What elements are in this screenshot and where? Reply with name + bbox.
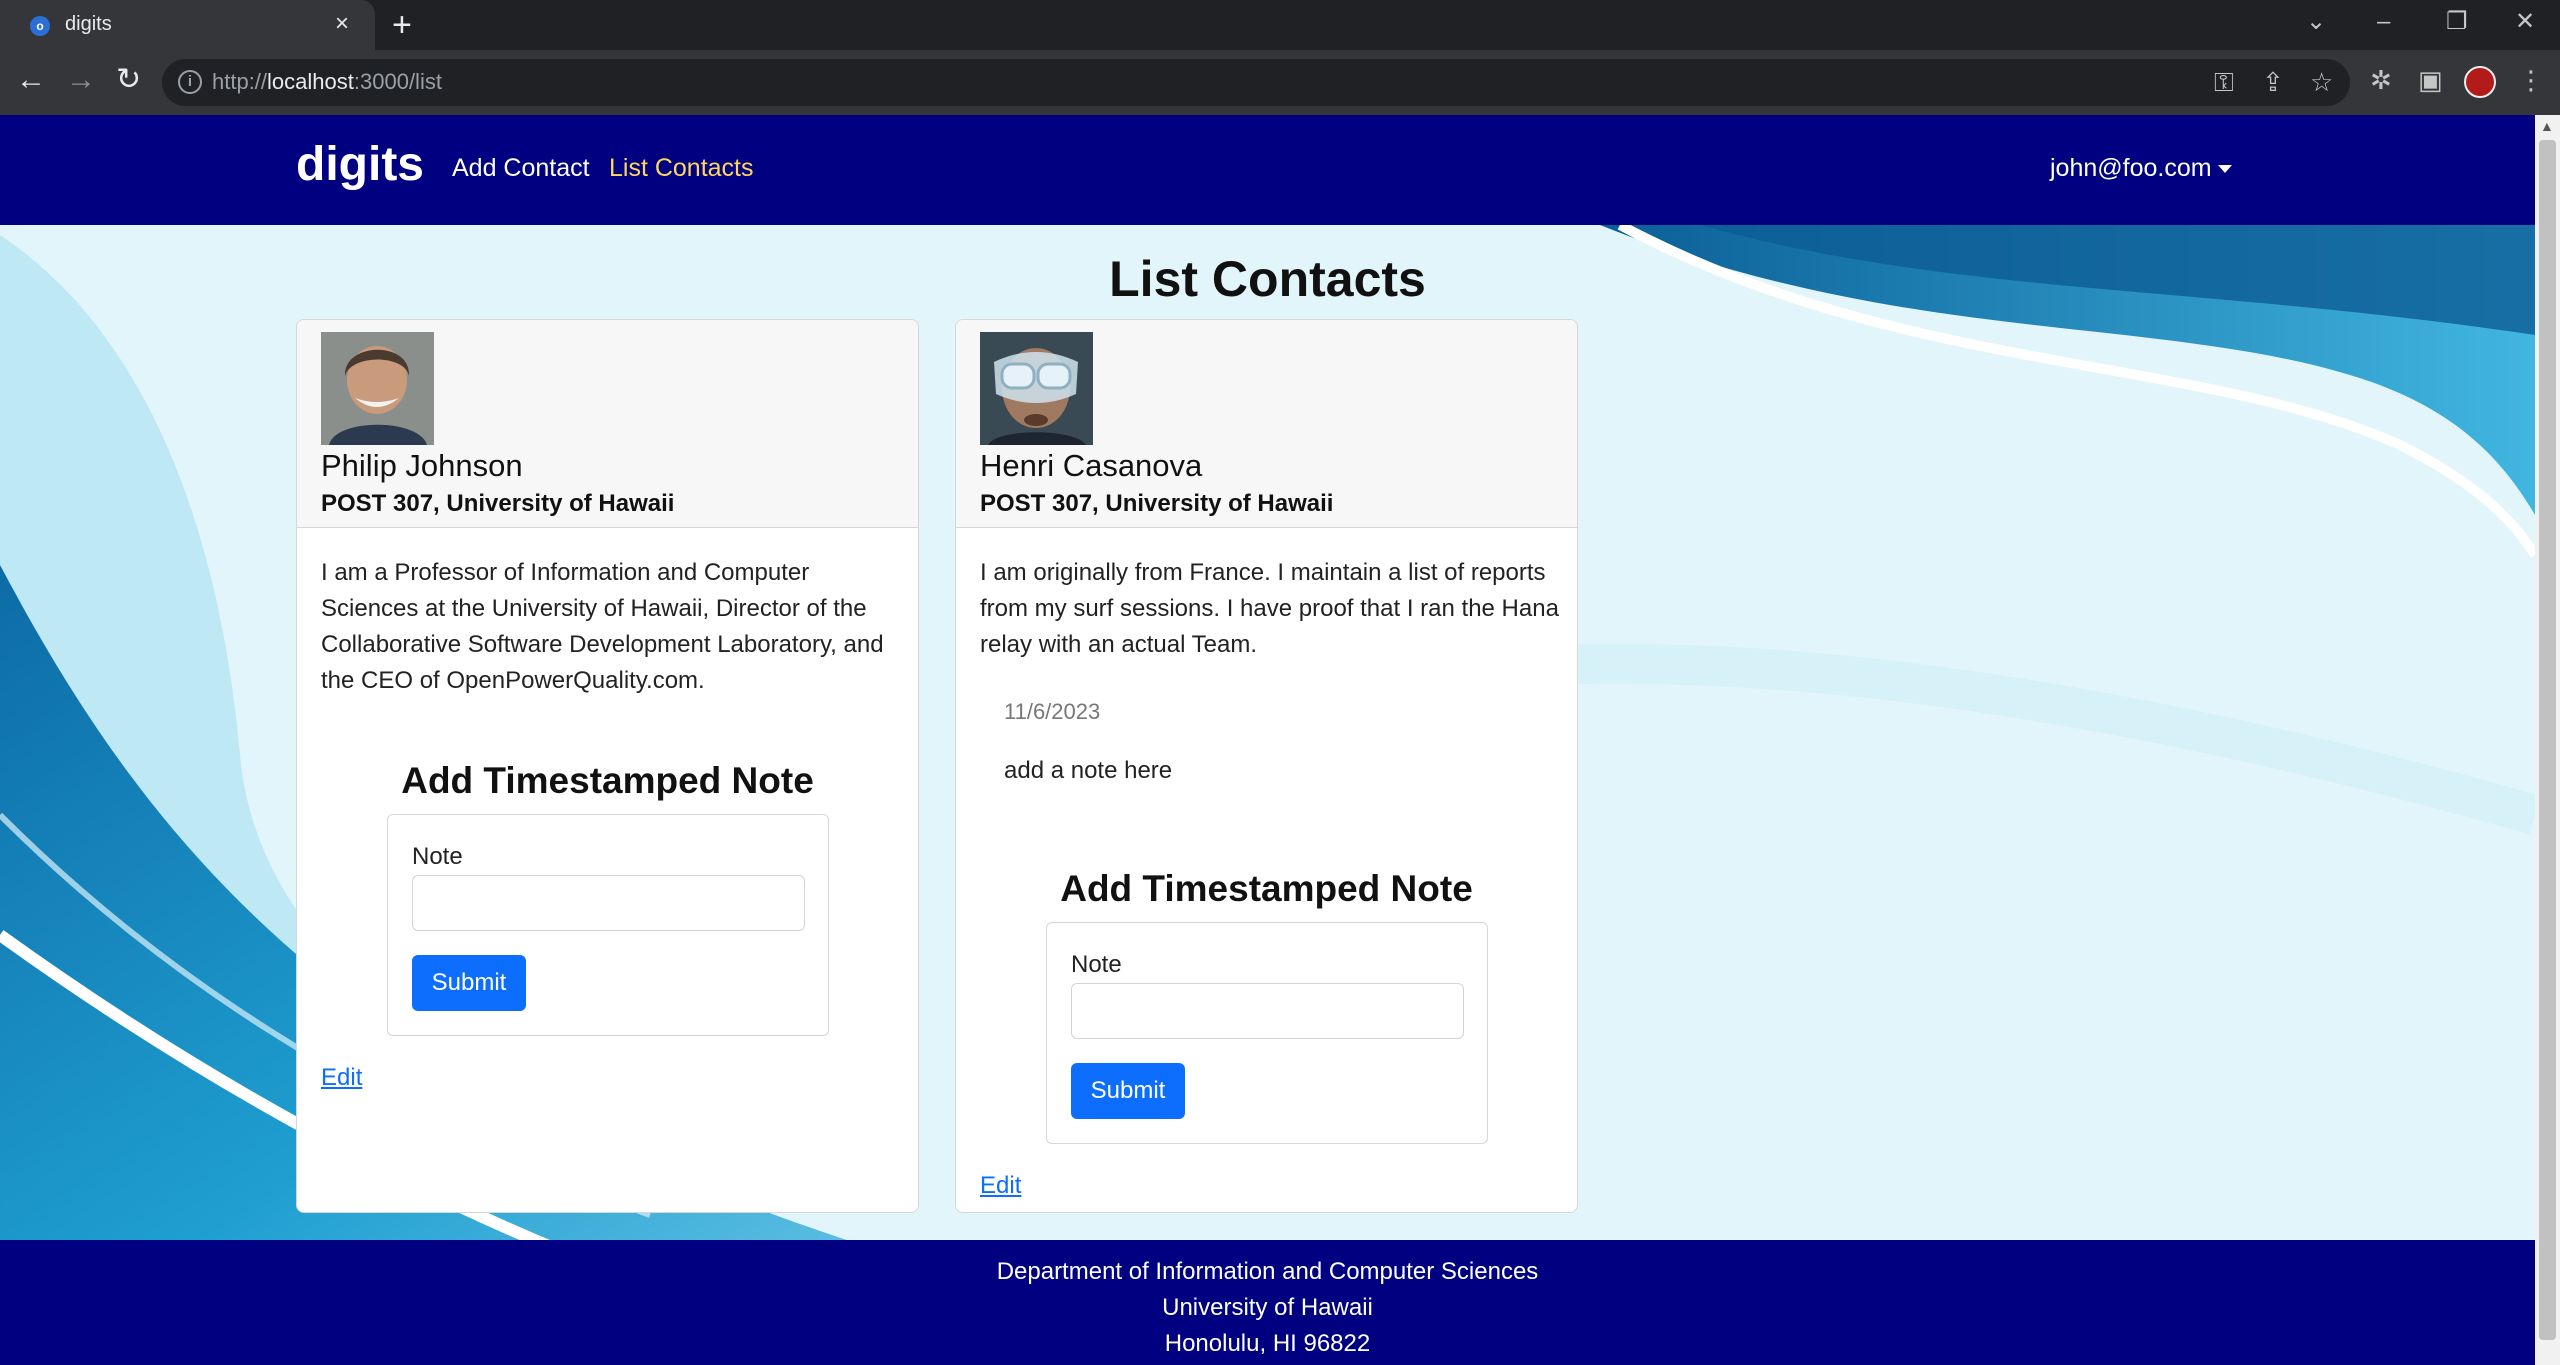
- contact-address: POST 307, University of Hawaii: [980, 490, 1334, 517]
- contact-card: Henri Casanova POST 307, University of H…: [955, 319, 1578, 1213]
- note-label: Note: [1071, 951, 1122, 978]
- note-timestamp: 11/6/2023: [1004, 699, 1101, 724]
- share-icon[interactable]: ⇪: [2262, 66, 2284, 98]
- contact-address: POST 307, University of Hawaii: [321, 490, 675, 517]
- top-navbar: digits Add Contact List Contacts john@fo…: [0, 115, 2535, 225]
- close-tab-icon[interactable]: ×: [335, 11, 349, 37]
- new-tab-icon[interactable]: +: [392, 8, 412, 42]
- reload-icon[interactable]: ↻: [116, 62, 141, 98]
- nav-add-contact[interactable]: Add Contact: [452, 154, 590, 183]
- brand-logo[interactable]: digits: [296, 137, 424, 192]
- card-header: Henri Casanova POST 307, University of H…: [956, 320, 1577, 528]
- url-text[interactable]: http://localhost:3000/list: [212, 69, 442, 95]
- note-text: add a note here: [1004, 757, 1173, 784]
- password-key-icon[interactable]: ⚿: [2214, 66, 2234, 98]
- chevron-down-icon: [2217, 165, 2232, 174]
- browser-menu-icon[interactable]: ⋮: [2518, 64, 2544, 96]
- footer-address: Honolulu, HI 96822: [1164, 1330, 1371, 1357]
- minimize-icon[interactable]: –: [2377, 7, 2390, 37]
- tab-title: digits: [65, 13, 112, 35]
- profile-avatar[interactable]: [2464, 66, 2496, 98]
- footer-university: University of Hawaii: [1162, 1294, 1373, 1321]
- user-email: john@foo.com: [2050, 154, 2212, 182]
- card-header: Philip Johnson POST 307, University of H…: [297, 320, 918, 528]
- note-form-title: Add Timestamped Note: [401, 760, 814, 801]
- nav-list-contacts[interactable]: List Contacts: [609, 154, 754, 183]
- contact-description: I am a Professor of Information and Comp…: [321, 559, 884, 694]
- address-bar[interactable]: i http://localhost:3000/list ⚿ ⇪ ☆: [162, 59, 2350, 106]
- contact-name: Philip Johnson: [321, 448, 523, 483]
- extensions-puzzle-icon[interactable]: ✲: [2370, 64, 2392, 96]
- note-label: Note: [412, 843, 463, 870]
- browser-tab[interactable]: o digits ×: [0, 0, 375, 50]
- scroll-up-icon[interactable]: ▲: [2540, 118, 2554, 134]
- forward-icon[interactable]: →: [66, 62, 96, 98]
- site-info-icon[interactable]: i: [178, 70, 202, 94]
- user-dropdown[interactable]: john@foo.com: [2050, 154, 2232, 183]
- note-form-title: Add Timestamped Note: [1060, 868, 1473, 909]
- submit-button[interactable]: Submit: [412, 955, 526, 1011]
- note-form: Note Submit: [387, 814, 829, 1036]
- site-favicon-icon: o: [30, 16, 50, 36]
- back-icon[interactable]: ←: [16, 62, 46, 98]
- scrollbar-thumb[interactable]: [2539, 140, 2556, 1340]
- restore-icon[interactable]: ❐: [2446, 7, 2468, 37]
- bookmark-star-icon[interactable]: ☆: [2310, 66, 2333, 98]
- page-viewport: digits Add Contact List Contacts john@fo…: [0, 115, 2535, 1365]
- page-title: List Contacts: [1109, 251, 1426, 307]
- contact-avatar: [321, 332, 434, 445]
- contact-description: I am originally from France. I maintain …: [980, 559, 1559, 658]
- note-input[interactable]: [412, 875, 805, 931]
- side-panel-icon[interactable]: ▣: [2418, 64, 2443, 96]
- browser-tab-strip: o digits × + ⌄ – ❐ ✕: [0, 0, 2560, 50]
- page-footer: Department of Information and Computer S…: [0, 1240, 2535, 1365]
- edit-link[interactable]: Edit: [980, 1172, 1021, 1200]
- contact-avatar: [980, 332, 1093, 445]
- note-input[interactable]: [1071, 983, 1464, 1039]
- note-form: Note Submit: [1046, 922, 1488, 1144]
- contact-name: Henri Casanova: [980, 448, 1203, 483]
- footer-department: Department of Information and Computer S…: [996, 1258, 1539, 1285]
- submit-button[interactable]: Submit: [1071, 1063, 1185, 1119]
- edit-link[interactable]: Edit: [321, 1064, 362, 1092]
- window-close-icon[interactable]: ✕: [2515, 7, 2535, 37]
- tab-search-icon[interactable]: ⌄: [2306, 7, 2326, 37]
- contact-card: Philip Johnson POST 307, University of H…: [296, 319, 919, 1213]
